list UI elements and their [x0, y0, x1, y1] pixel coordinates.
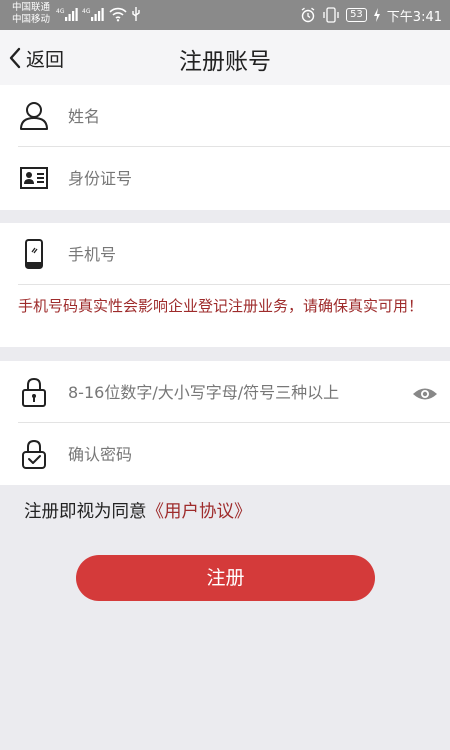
phone-input[interactable]: [68, 223, 400, 285]
confirm-password-input[interactable]: [68, 423, 400, 485]
eye-icon[interactable]: [412, 386, 438, 402]
alarm-icon: [301, 7, 315, 23]
password-input[interactable]: [68, 361, 400, 423]
battery-level: 53: [346, 8, 367, 22]
password-row: [0, 361, 450, 423]
agreement-text: 注册即视为同意《用户协议》: [24, 498, 252, 523]
user-icon: [20, 102, 48, 130]
identity-group: [0, 85, 450, 210]
phone-row: [0, 223, 450, 285]
confirm-password-row: [0, 423, 450, 485]
status-time: 下午3:41: [386, 9, 442, 25]
name-row: [0, 85, 450, 147]
charging-icon: [373, 8, 380, 22]
password-group: [0, 361, 450, 485]
user-agreement-link[interactable]: 《用户协议》: [147, 502, 252, 522]
network-type-1: 4G: [56, 8, 65, 15]
network-type-2: 4G: [82, 8, 91, 15]
carrier-2: 中国移动: [12, 14, 51, 25]
wifi-icon: [109, 7, 127, 22]
usb-icon: [132, 7, 140, 21]
phone-group: 手机号码真实性会影响企业登记注册业务，请确保真实可用！: [0, 223, 450, 347]
signal-icon-1: 4G: [56, 8, 78, 21]
id-number-input[interactable]: [68, 147, 400, 209]
agreement-prefix: 注册即视为同意: [24, 502, 147, 522]
lock-icon: [22, 377, 46, 407]
lock-check-icon: [22, 439, 46, 469]
signal-icon-2: 4G: [82, 8, 104, 21]
id-row: [0, 147, 450, 209]
status-bar: 中国联通 中国移动 4G 4G 53 下午3:41: [0, 0, 450, 30]
phone-warning-text: 手机号码真实性会影响企业登记注册业务，请确保真实可用！: [18, 297, 424, 315]
id-card-icon: [20, 167, 48, 189]
vibrate-icon: [323, 7, 339, 23]
page-title: 注册账号: [179, 49, 271, 75]
nav-bar: 返回 注册账号: [0, 30, 450, 85]
name-input[interactable]: [68, 85, 400, 147]
carrier-info: 中国联通 中国移动: [12, 2, 50, 26]
divider: [18, 284, 450, 285]
status-right: 53 下午3:41: [300, 5, 442, 25]
phone-icon: [25, 239, 43, 269]
carrier-1: 中国联通: [12, 2, 51, 13]
register-button[interactable]: 注册: [76, 555, 375, 601]
